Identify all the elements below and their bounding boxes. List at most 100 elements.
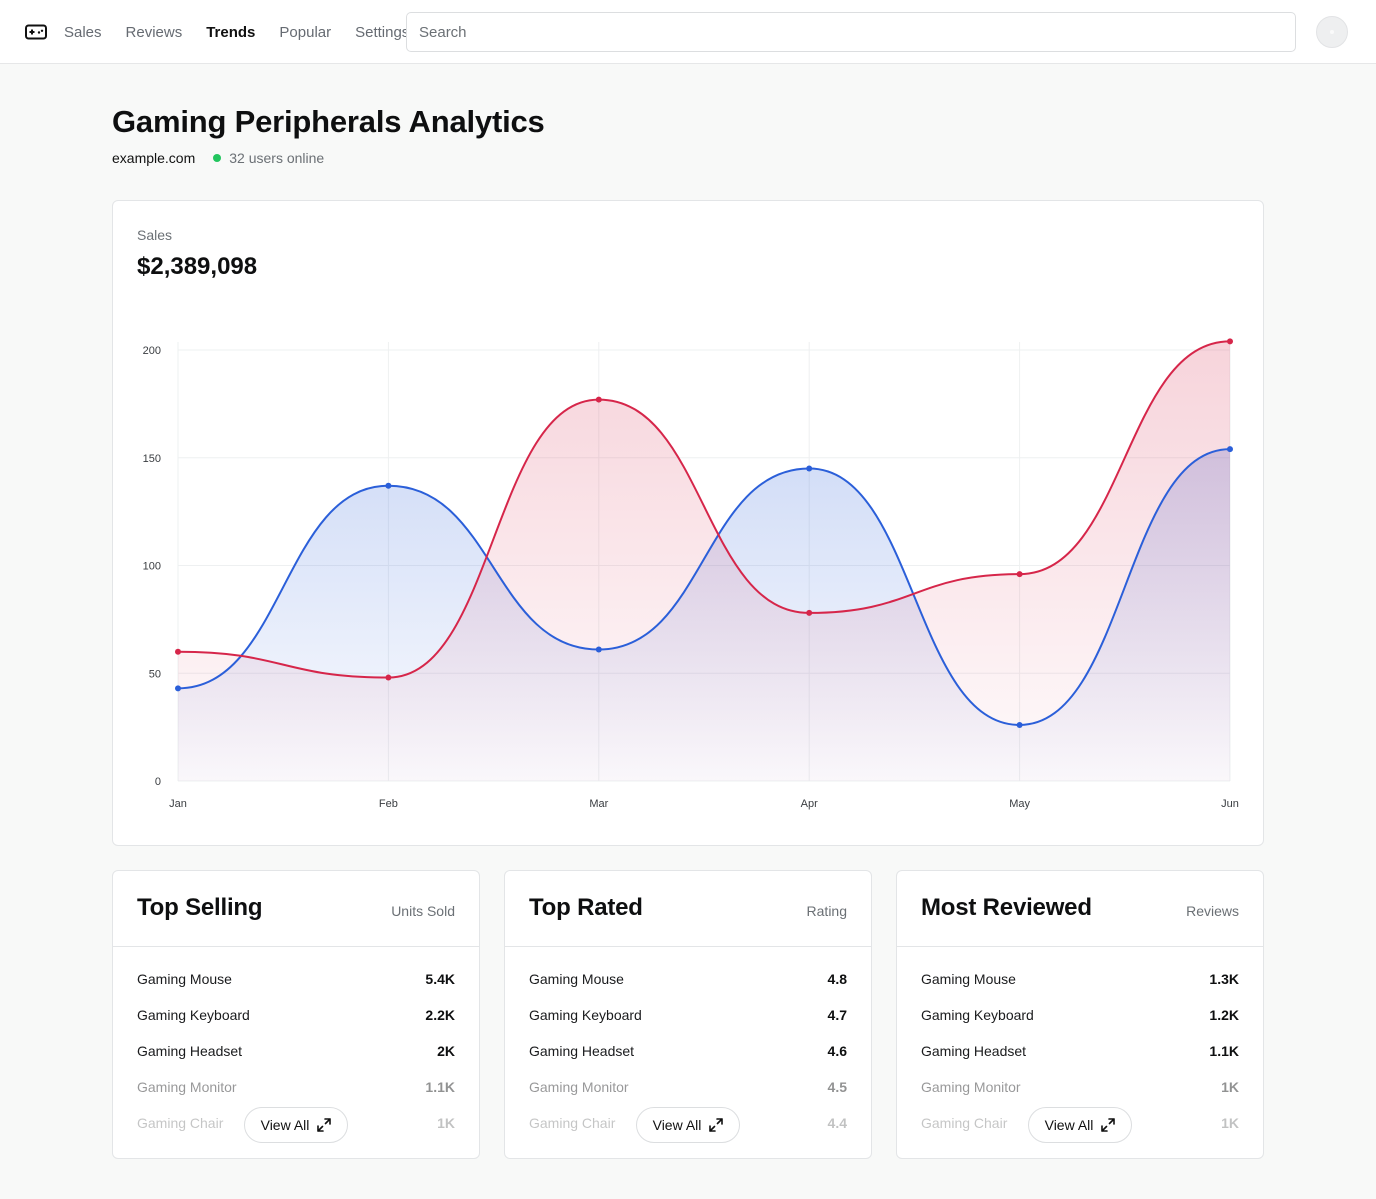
y-tick-label: 200 <box>143 345 161 357</box>
view-all-button[interactable]: View All <box>244 1107 348 1143</box>
item-value: 1K <box>437 1115 455 1131</box>
data-point <box>1016 721 1023 728</box>
nav-item-settings[interactable]: Settings <box>355 24 409 41</box>
item-name: Gaming Keyboard <box>529 1007 642 1023</box>
card-metric-label: Rating <box>806 903 847 919</box>
search-input[interactable] <box>406 12 1296 52</box>
data-point <box>1016 571 1023 578</box>
nav-item-reviews[interactable]: Reviews <box>126 24 183 41</box>
data-point <box>1227 446 1233 453</box>
view-all-label: View All <box>652 1117 702 1133</box>
view-all-label: View All <box>1044 1117 1094 1133</box>
list-item[interactable]: Gaming Headset 2K <box>137 1043 455 1063</box>
card-header: Most Reviewed Reviews <box>897 871 1263 947</box>
nav-item-sales[interactable]: Sales <box>64 24 102 41</box>
x-tick-label: Apr <box>801 798 818 810</box>
item-value: 1.2K <box>1209 1007 1239 1023</box>
x-tick-label: Jan <box>169 798 187 810</box>
nav-item-popular[interactable]: Popular <box>279 24 331 41</box>
view-all-button[interactable]: View All <box>636 1107 740 1143</box>
avatar-dot <box>1330 30 1334 34</box>
list-item[interactable]: Gaming Keyboard 2.2K <box>137 1007 455 1027</box>
list-item[interactable]: Gaming Monitor 1K <box>921 1079 1239 1099</box>
card-header: Top Rated Rating <box>505 871 871 947</box>
item-name: Gaming Mouse <box>137 971 232 987</box>
card-title: Most Reviewed <box>921 894 1092 921</box>
online-users-count: 32 users online <box>229 150 325 166</box>
item-name: Gaming Headset <box>921 1043 1027 1059</box>
y-tick-label: 150 <box>143 453 161 465</box>
item-value: 1K <box>1221 1079 1239 1095</box>
list-item[interactable]: Gaming Headset 1.1K <box>921 1043 1239 1063</box>
list-item[interactable]: Gaming Headset 4.6 <box>529 1043 847 1063</box>
item-name: Gaming Chair <box>921 1115 1008 1131</box>
item-value: 4.4 <box>827 1115 847 1131</box>
item-value: 2.2K <box>425 1007 455 1023</box>
list-item[interactable]: Gaming Keyboard 1.2K <box>921 1007 1239 1027</box>
sales-chart-card: Sales $2,389,098 0 50 100 150 200 Jan Feb Mar Ap… <box>112 200 1264 846</box>
item-name: Gaming Keyboard <box>921 1007 1034 1023</box>
gamepad-icon[interactable] <box>24 21 48 43</box>
card-metric-label: Units Sold <box>391 903 455 919</box>
card-title: Top Selling <box>137 894 263 921</box>
list-item[interactable]: Gaming Mouse 4.8 <box>529 971 847 991</box>
item-name: Gaming Mouse <box>529 971 624 987</box>
data-point <box>175 648 181 655</box>
data-point <box>806 609 813 616</box>
item-name: Gaming Keyboard <box>137 1007 250 1023</box>
data-point <box>595 646 602 653</box>
item-value: 2K <box>437 1043 455 1059</box>
item-value: 1.1K <box>1209 1043 1239 1059</box>
list-item[interactable]: Gaming Monitor 4.5 <box>529 1079 847 1099</box>
data-point <box>595 396 602 403</box>
item-value: 4.7 <box>827 1007 847 1023</box>
x-tick-label: Jun <box>1221 798 1239 810</box>
card-header: Top Selling Units Sold <box>113 871 479 947</box>
item-value: 5.4K <box>425 971 455 987</box>
nav-item-trends[interactable]: Trends <box>206 24 255 41</box>
top-navigation-bar: Sales Reviews Trends Popular Settings <box>0 0 1376 64</box>
expand-icon <box>1101 1118 1116 1132</box>
main-nav: Sales Reviews Trends Popular Settings <box>64 0 433 64</box>
list-item[interactable]: Gaming Mouse 1.3K <box>921 971 1239 991</box>
view-all-label: View All <box>260 1117 310 1133</box>
data-point <box>385 674 392 681</box>
avatar[interactable] <box>1316 16 1348 48</box>
item-value: 4.6 <box>827 1043 847 1059</box>
item-name: Gaming Mouse <box>921 971 1016 987</box>
list-item[interactable]: Gaming Mouse 5.4K <box>137 971 455 991</box>
item-name: Gaming Headset <box>137 1043 243 1059</box>
online-status-dot <box>213 154 222 162</box>
sales-trend-chart: 0 50 100 150 200 Jan Feb Mar Apr May Jun <box>143 338 1239 810</box>
card-title: Top Rated <box>529 894 643 921</box>
expand-icon <box>317 1118 332 1132</box>
view-all-button[interactable]: View All <box>1028 1107 1132 1143</box>
expand-icon <box>709 1118 724 1132</box>
item-value: 1.3K <box>1209 971 1239 987</box>
y-tick-label: 0 <box>155 776 161 788</box>
item-name: Gaming Monitor <box>137 1079 237 1095</box>
item-name: Gaming Chair <box>529 1115 616 1131</box>
y-tick-label: 100 <box>143 561 161 573</box>
most-reviewed-card: Most Reviewed Reviews Gaming Mouse 1.3K G… <box>896 870 1264 1159</box>
data-point <box>175 685 181 692</box>
x-tick-label: May <box>1009 798 1030 810</box>
item-name: Gaming Chair <box>137 1115 224 1131</box>
y-tick-label: 50 <box>149 668 161 680</box>
x-tick-label: Mar <box>589 798 608 810</box>
data-point <box>806 465 813 472</box>
top-selling-card: Top Selling Units Sold Gaming Mouse 5.4K … <box>112 870 480 1159</box>
list-item[interactable]: Gaming Keyboard 4.7 <box>529 1007 847 1027</box>
site-domain: example.com <box>112 150 196 166</box>
data-point <box>385 482 392 489</box>
item-value: 4.5 <box>827 1079 847 1095</box>
x-tick-label: Feb <box>379 798 398 810</box>
item-name: Gaming Monitor <box>529 1079 629 1095</box>
top-rated-card: Top Rated Rating Gaming Mouse 4.8 Gaming … <box>504 870 872 1159</box>
page-title: Gaming Peripherals Analytics <box>112 104 545 139</box>
card-metric-label: Reviews <box>1186 903 1239 919</box>
list-item[interactable]: Gaming Monitor 1.1K <box>137 1079 455 1099</box>
item-value: 4.8 <box>827 971 847 987</box>
item-name: Gaming Headset <box>529 1043 635 1059</box>
item-value: 1.1K <box>425 1079 455 1095</box>
